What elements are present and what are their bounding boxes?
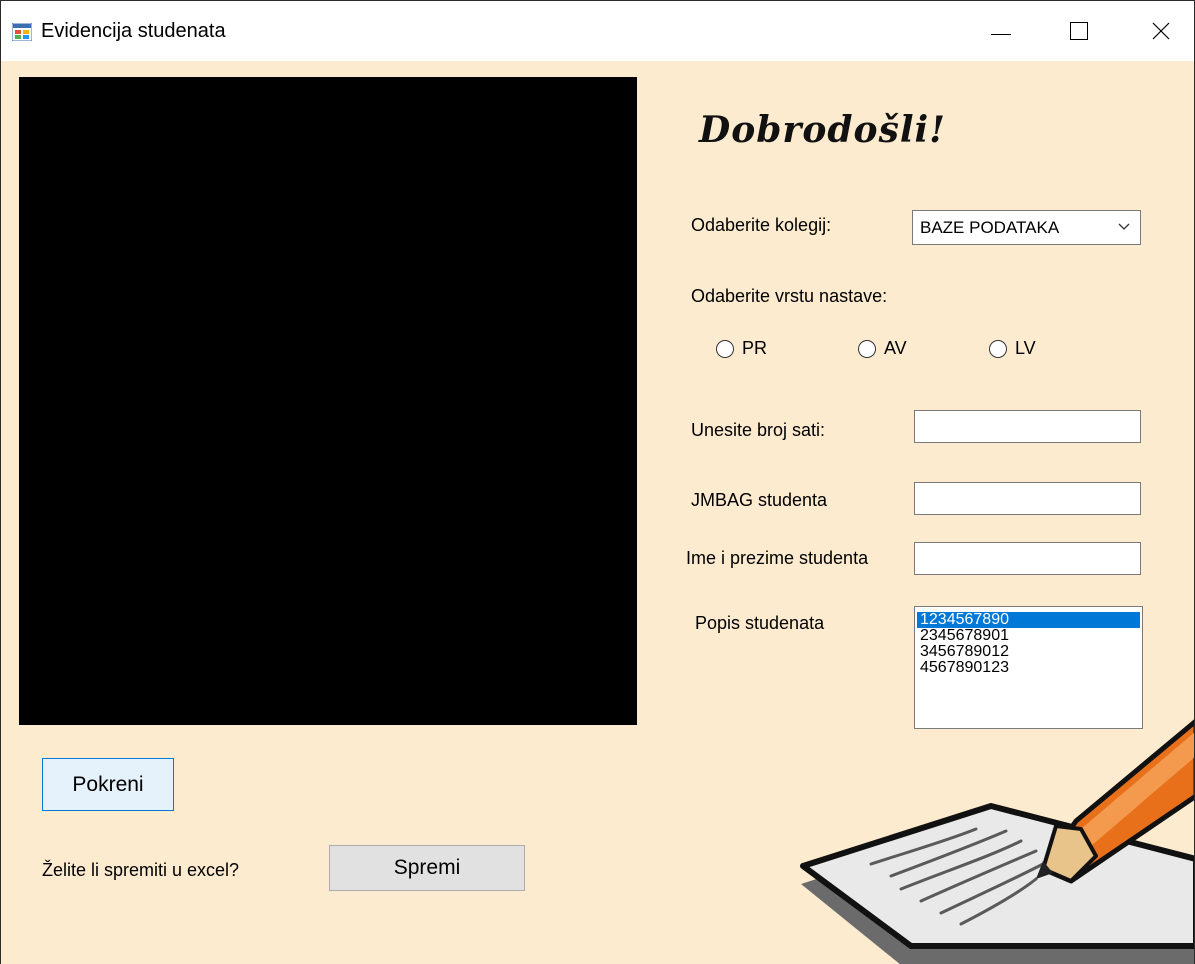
list-item[interactable]: 4567890123: [917, 660, 1140, 676]
main-window: Evidencija studenata Dobrodošli! Odaberi…: [0, 0, 1195, 964]
start-button[interactable]: Pokreni: [42, 758, 174, 811]
paper-and-pencil-illustration: [800, 719, 1194, 964]
students-list-label: Popis studenata: [695, 613, 825, 633]
minimize-button[interactable]: [971, 1, 1031, 61]
chevron-down-icon: [1118, 223, 1130, 230]
title-bar[interactable]: Evidencija studenata: [1, 1, 1194, 61]
save-button[interactable]: Spremi: [329, 845, 525, 891]
radio-lv[interactable]: LV: [989, 338, 1036, 359]
jmbag-label: JMBAG studenta: [691, 490, 828, 510]
radio-pr-circle[interactable]: [716, 339, 734, 358]
app-icon: [12, 23, 32, 41]
student-name-input[interactable]: [914, 542, 1141, 575]
course-select[interactable]: BAZE PODATAKA: [912, 210, 1141, 245]
list-item[interactable]: 1234567890: [917, 612, 1140, 628]
maximize-button[interactable]: [1049, 1, 1109, 61]
radio-lv-label: LV: [1015, 338, 1036, 358]
minimize-icon: [991, 33, 1011, 35]
radio-pr[interactable]: PR: [716, 338, 767, 359]
close-button[interactable]: [1131, 1, 1191, 61]
welcome-heading: Dobrodošli!: [699, 109, 946, 151]
course-select-value: BAZE PODATAKA: [920, 218, 1060, 237]
radio-lv-circle[interactable]: [989, 339, 1007, 358]
save-prompt-label: Želite li spremiti u excel?: [42, 860, 240, 880]
camera-preview: [19, 77, 637, 725]
hours-input[interactable]: [914, 410, 1141, 443]
jmbag-input[interactable]: [914, 482, 1141, 515]
window-title: Evidencija studenata: [41, 20, 226, 42]
radio-av-circle[interactable]: [858, 339, 876, 358]
radio-pr-label: PR: [742, 338, 768, 358]
student-name-label: Ime i prezime studenta: [686, 548, 869, 568]
close-icon: [1152, 22, 1170, 40]
list-item[interactable]: 2345678901: [917, 628, 1140, 644]
list-item[interactable]: 3456789012: [917, 644, 1140, 660]
hours-label: Unesite broj sati:: [691, 420, 826, 440]
radio-av[interactable]: AV: [858, 338, 907, 359]
course-label: Odaberite kolegij:: [691, 215, 832, 235]
teaching-type-label: Odaberite vrstu nastave:: [691, 286, 888, 306]
radio-av-label: AV: [884, 338, 907, 358]
maximize-icon: [1070, 22, 1088, 40]
